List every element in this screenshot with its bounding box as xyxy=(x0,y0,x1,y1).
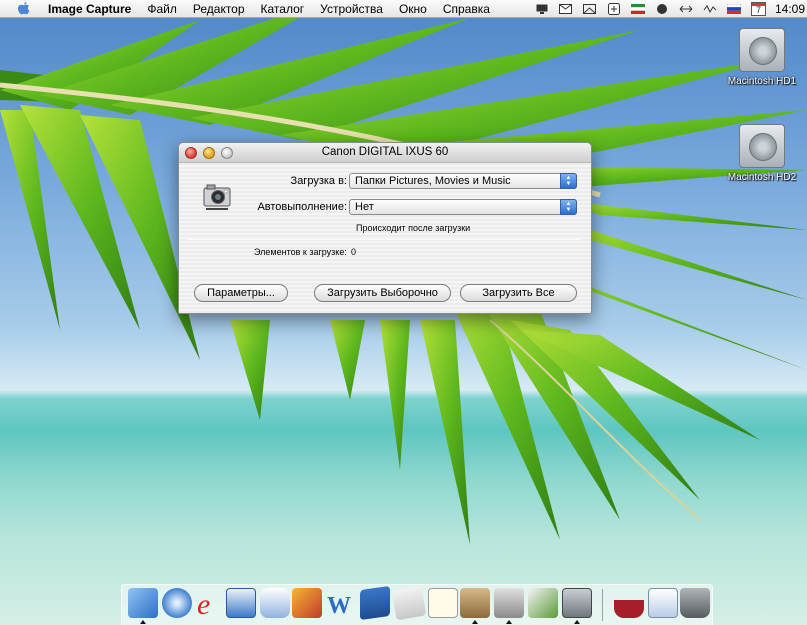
window-icon[interactable] xyxy=(648,588,678,618)
window-titlebar[interactable]: Canon DIGITAL IXUS 60 xyxy=(179,143,591,163)
items-to-download-label: Элементов к загрузке: xyxy=(254,247,347,257)
popup-arrows-icon: ▲ ▼ xyxy=(560,199,577,215)
ichat-icon[interactable] xyxy=(260,588,290,618)
download-all-button[interactable]: Загрузить Все xyxy=(460,284,577,302)
textedit-icon[interactable] xyxy=(428,588,458,618)
options-button[interactable]: Параметры... xyxy=(194,284,288,302)
autolaunch-hint: Происходит после загрузки xyxy=(356,223,471,233)
book-icon[interactable] xyxy=(360,585,390,621)
autolaunch-popup[interactable]: Нет ▲ ▼ xyxy=(349,199,577,215)
word-icon[interactable]: W xyxy=(326,588,356,619)
sync-icon[interactable] xyxy=(679,3,693,15)
mail-icon[interactable] xyxy=(559,3,573,15)
download-to-value: Папки Pictures, Movies и Music xyxy=(355,175,511,187)
autolaunch-value: Нет xyxy=(355,201,374,213)
menu-clock[interactable]: 14:09 xyxy=(775,2,807,16)
finder-icon[interactable] xyxy=(128,588,158,618)
separator xyxy=(187,239,581,240)
menu-folder[interactable]: Каталог xyxy=(253,0,313,18)
download-to-label: Загрузка в: xyxy=(290,175,347,187)
menu-bar: Image Capture Файл Редактор Каталог Устр… xyxy=(0,0,807,18)
drive-macintosh-hd1[interactable]: Macintosh HD1 xyxy=(717,28,807,87)
wine-icon[interactable] xyxy=(614,588,644,618)
russian-flag-icon[interactable] xyxy=(726,3,741,15)
dot-icon[interactable] xyxy=(655,3,669,15)
image-capture-window: Canon DIGITAL IXUS 60 Загрузка в: Папки … xyxy=(178,142,592,314)
menu-edit[interactable]: Редактор xyxy=(185,0,253,18)
window-title: Canon DIGITAL IXUS 60 xyxy=(321,146,449,158)
menu-devices[interactable]: Устройства xyxy=(312,0,391,18)
mail-icon[interactable] xyxy=(226,588,256,618)
photos-icon[interactable] xyxy=(292,588,322,618)
wifi-icon[interactable] xyxy=(703,3,717,15)
display-icon[interactable] xyxy=(535,3,549,15)
drive-label: Macintosh HD2 xyxy=(727,172,797,183)
apple-menu-icon[interactable] xyxy=(14,2,32,16)
hard-drive-icon xyxy=(739,28,785,72)
running-indicator xyxy=(472,620,478,624)
download-some-button[interactable]: Загрузить Выборочно xyxy=(314,284,451,302)
calendar-day: 7 xyxy=(755,5,761,15)
safari-icon[interactable] xyxy=(162,588,192,618)
dock: e W xyxy=(121,584,713,625)
trash-icon[interactable] xyxy=(680,588,710,618)
menu-help[interactable]: Справка xyxy=(435,0,498,18)
notepad-icon[interactable] xyxy=(391,585,427,621)
pen-icon[interactable] xyxy=(528,588,558,618)
dock-separator xyxy=(602,589,603,621)
menu-extras: 7 14:09 xyxy=(530,0,807,18)
items-to-download-count: 0 xyxy=(351,247,357,257)
package-icon[interactable] xyxy=(460,588,490,618)
running-indicator xyxy=(506,620,512,624)
autolaunch-label: Автовыполнение: xyxy=(257,201,347,213)
running-indicator xyxy=(140,620,146,624)
camera-icon xyxy=(201,180,233,212)
download-to-popup[interactable]: Папки Pictures, Movies и Music ▲ ▼ xyxy=(349,173,577,189)
running-indicator xyxy=(574,620,580,624)
tools-icon[interactable] xyxy=(494,588,524,618)
hard-drive-icon xyxy=(739,124,785,168)
image-capture-icon[interactable] xyxy=(562,588,592,618)
menu-file[interactable]: Файл xyxy=(139,0,185,18)
calendar-icon[interactable]: 7 xyxy=(750,2,766,16)
internet-explorer-icon[interactable]: e xyxy=(194,588,224,621)
app-menu[interactable]: Image Capture xyxy=(42,0,139,18)
plus-icon[interactable] xyxy=(607,3,621,15)
flag-icon[interactable] xyxy=(630,3,645,15)
svg-text:e: e xyxy=(197,588,210,618)
drive-macintosh-hd2[interactable]: Macintosh HD2 xyxy=(717,124,807,183)
drive-label: Macintosh HD1 xyxy=(727,76,797,87)
svg-text:W: W xyxy=(327,593,351,618)
menu-window[interactable]: Окно xyxy=(391,0,435,18)
popup-arrows-icon: ▲ ▼ xyxy=(560,173,577,189)
envelope-icon[interactable] xyxy=(583,3,597,15)
